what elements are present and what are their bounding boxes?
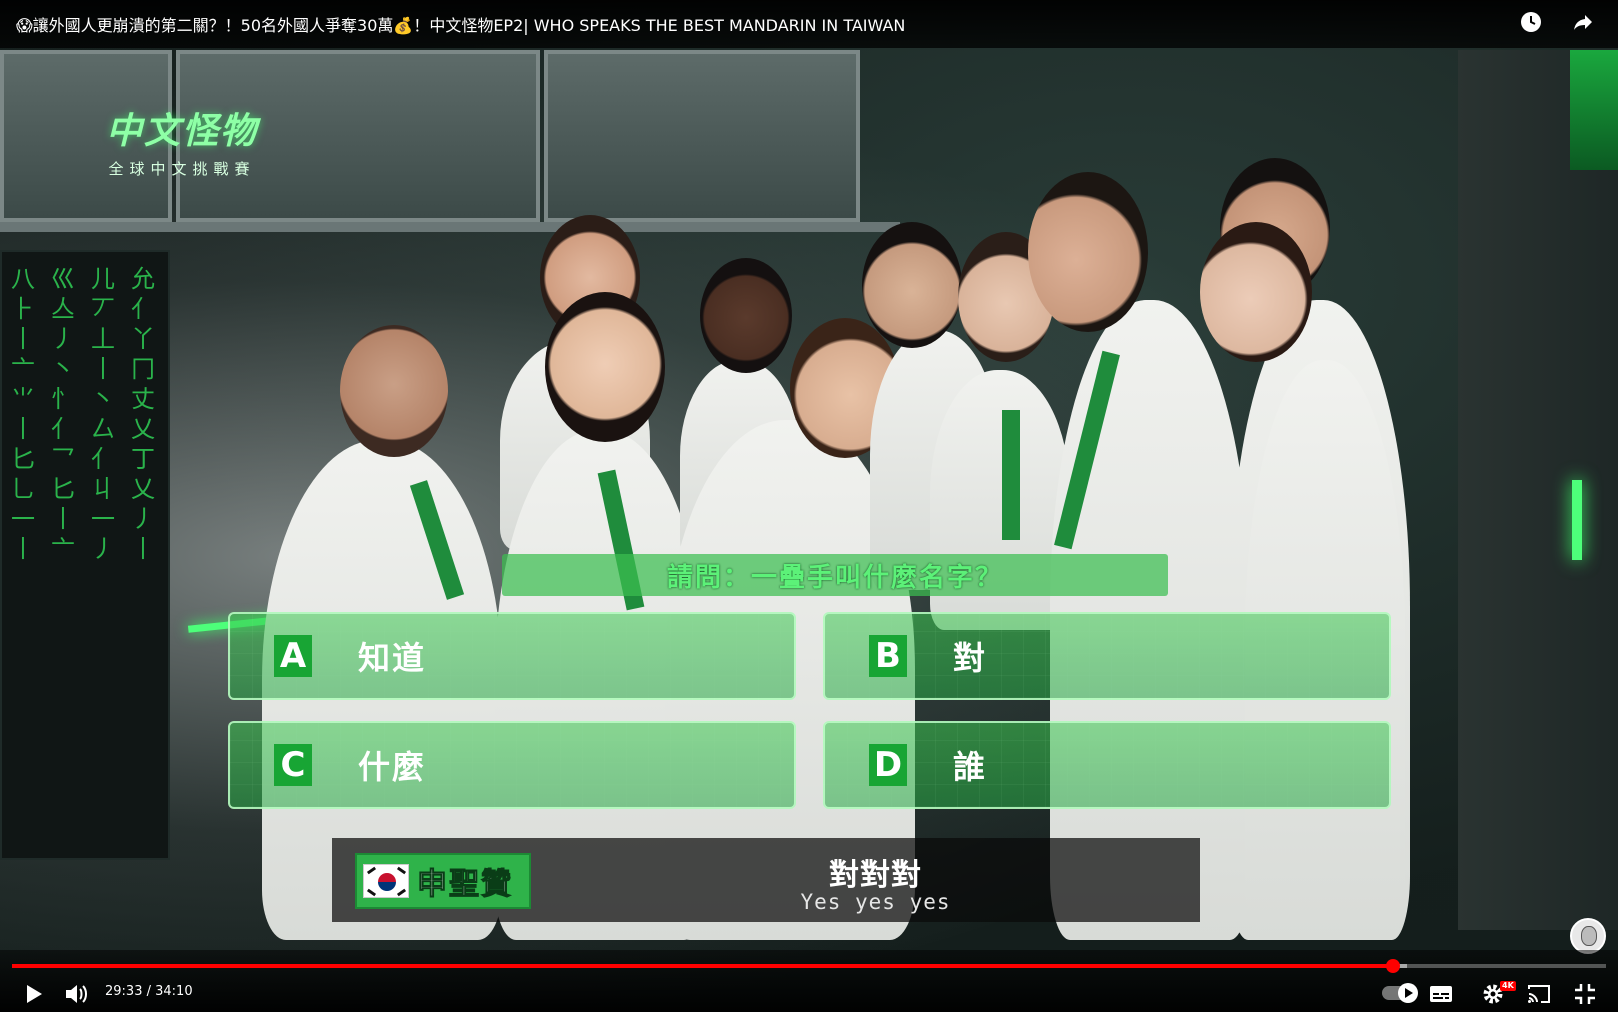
clock-icon[interactable] xyxy=(1518,10,1544,36)
matrix-column: 儿丆丄丨丶厶亻丩一丿 xyxy=(91,265,115,563)
player-controls: 29:33 / 34:10 4K xyxy=(0,950,1618,1012)
subtitles-button[interactable] xyxy=(1426,980,1456,1008)
current-time: 29:33 xyxy=(105,984,143,999)
option-text: 誰 xyxy=(953,748,988,786)
video-player[interactable]: 八⺊丨亠⺌丨匕乚一丨 巛亼丿丶忄亻乛匕丨亠 儿丆丄丨丶厶亻丩一丿 允亻丫冂丈乂丁… xyxy=(0,0,1618,1012)
contestant-head xyxy=(340,325,448,457)
background-pillar xyxy=(1458,50,1618,930)
exit-fullscreen-button[interactable] xyxy=(1570,980,1600,1008)
progress-bar[interactable] xyxy=(12,959,1606,973)
matrix-column: 八⺊丨亠⺌丨匕乚一丨 xyxy=(11,265,35,563)
duration: 34:10 xyxy=(155,984,193,999)
background-window xyxy=(544,50,860,222)
option-letter: B xyxy=(869,635,907,677)
green-light-strip xyxy=(1570,50,1618,170)
subtitles-icon xyxy=(1430,986,1452,1002)
progress-played xyxy=(12,964,1394,968)
time-display: 29:33 / 34:10 xyxy=(105,984,193,999)
play-button[interactable] xyxy=(20,980,48,1008)
contestant-head xyxy=(1028,172,1148,332)
show-logo-subtitle: 全球中文挑戰賽 xyxy=(108,160,256,178)
option-text: 什麼 xyxy=(358,748,427,786)
quality-badge: 4K xyxy=(1500,981,1516,991)
cast-button[interactable] xyxy=(1524,980,1554,1008)
option-text: 對 xyxy=(953,639,988,677)
neon-light xyxy=(1572,480,1582,560)
contestant-head xyxy=(545,292,665,442)
matrix-column: 允亻丫冂丈乂丁乂丿丨 xyxy=(131,265,155,563)
subtitle-chinese: 對對對 xyxy=(829,858,922,893)
volume-button[interactable] xyxy=(62,980,90,1008)
video-title[interactable]: 😱讓外國人更崩潰的第二關？！50名外國人爭奪30萬💰！中文怪物EP2| WHO … xyxy=(16,12,905,36)
option-letter: D xyxy=(869,744,907,786)
play-icon xyxy=(27,985,42,1003)
autoplay-icon[interactable] xyxy=(1382,983,1418,1003)
matrix-board: 八⺊丨亠⺌丨匕乚一丨 巛亼丿丶忄亻乛匕丨亠 儿丆丄丨丶厶亻丩一丿 允亻丫冂丈乂丁… xyxy=(0,250,170,860)
show-logo: 中文怪物 全球中文挑戰賽 xyxy=(82,102,282,179)
show-logo-title: 中文怪物 xyxy=(105,110,258,152)
share-icon[interactable] xyxy=(1570,10,1596,36)
subtitle-english: Yes yes yes xyxy=(800,890,951,914)
quiz-option-b: B 對 xyxy=(823,612,1391,700)
wall-band xyxy=(0,222,900,232)
exit-fullscreen-icon xyxy=(1575,984,1595,1004)
quiz-option-a: A 知道 xyxy=(228,612,796,700)
option-letter: C xyxy=(274,744,312,786)
quiz-option-c: C 什麼 xyxy=(228,721,796,809)
quiz-question-bar: 請問：一疊手叫什麼名字？ xyxy=(502,554,1168,596)
contestant-tie xyxy=(1002,410,1020,540)
quiz-option-d: D 誰 xyxy=(823,721,1391,809)
progress-scrubber[interactable] xyxy=(1386,959,1401,973)
title-bar: 😱讓外國人更崩潰的第二關？！50名外國人爭奪30萬💰！中文怪物EP2| WHO … xyxy=(0,0,1618,48)
channel-avatar[interactable] xyxy=(1570,918,1606,954)
option-text: 知道 xyxy=(358,639,427,677)
volume-icon xyxy=(66,985,87,1003)
matrix-column: 巛亼丿丶忄亻乛匕丨亠 xyxy=(51,265,75,563)
quiz-question: 請問：一疊手叫什麼名字？ xyxy=(666,562,1003,593)
contestant-head xyxy=(700,258,792,373)
contestant-head xyxy=(1200,222,1312,362)
option-letter: A xyxy=(274,635,312,677)
cast-icon xyxy=(1528,985,1550,1003)
contestant-head xyxy=(862,222,962,348)
